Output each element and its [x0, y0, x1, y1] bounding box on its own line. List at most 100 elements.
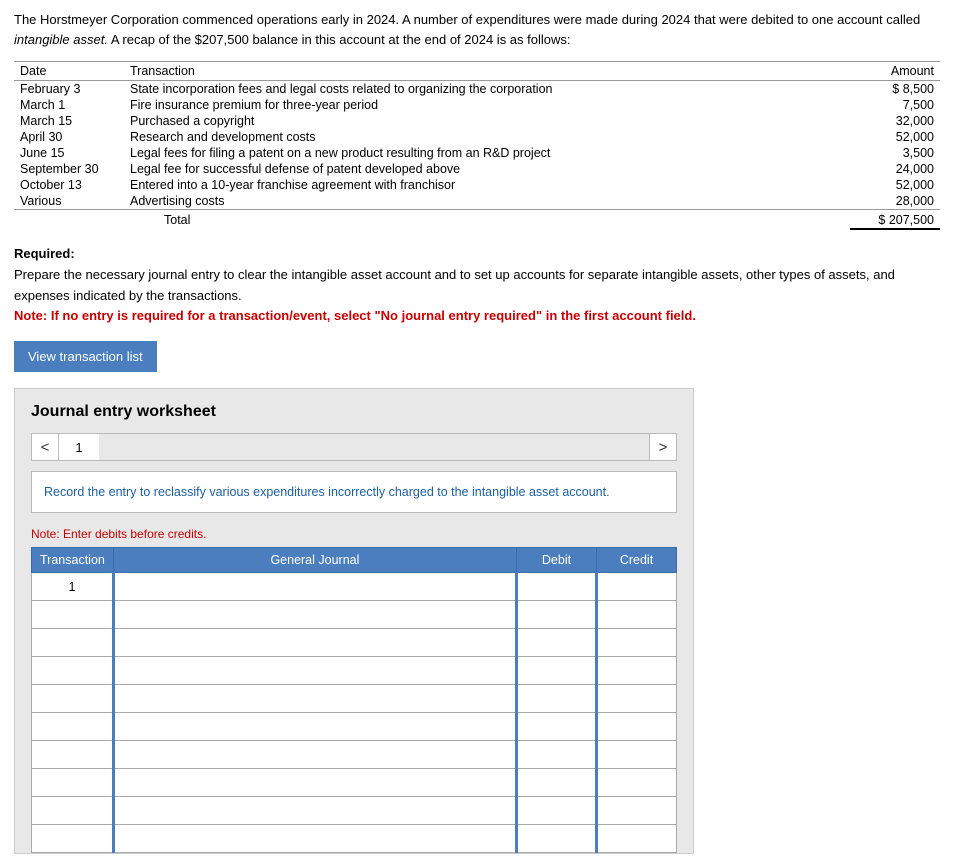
required-note: Note: If no entry is required for a tran…: [14, 308, 696, 323]
credit-input[interactable]: [598, 769, 676, 796]
intro-paragraph: The Horstmeyer Corporation commenced ope…: [14, 10, 940, 49]
transaction-num-cell: [32, 741, 114, 769]
credit-cell[interactable]: [597, 685, 677, 713]
credit-cell[interactable]: [597, 741, 677, 769]
total-row: Total $ 207,500: [14, 210, 940, 230]
debit-cell[interactable]: [517, 741, 597, 769]
credit-input[interactable]: [598, 629, 676, 656]
debit-input[interactable]: [518, 741, 595, 768]
debit-cell[interactable]: [517, 657, 597, 685]
gj-input[interactable]: [115, 741, 515, 768]
gj-input[interactable]: [115, 657, 515, 684]
date-cell: March 1: [14, 97, 124, 113]
credit-input[interactable]: [598, 601, 676, 628]
gj-input[interactable]: [115, 629, 515, 656]
transaction-num-cell: [32, 657, 114, 685]
description-box: Record the entry to reclassify various e…: [31, 471, 677, 513]
journal-row: [32, 713, 677, 741]
table-row: June 15 Legal fees for filing a patent o…: [14, 145, 940, 161]
date-cell: Various: [14, 193, 124, 210]
amount-cell: 32,000: [850, 113, 940, 129]
gj-cell[interactable]: [113, 741, 516, 769]
gj-input[interactable]: [115, 573, 515, 600]
col-header-transaction: Transaction: [32, 548, 114, 573]
transaction-cell: Advertising costs: [124, 193, 850, 210]
gj-cell[interactable]: [113, 601, 516, 629]
debit-cell[interactable]: [517, 713, 597, 741]
debit-cell[interactable]: [517, 797, 597, 825]
table-row: October 13 Entered into a 10-year franch…: [14, 177, 940, 193]
transaction-cell: State incorporation fees and legal costs…: [124, 81, 850, 98]
credit-input[interactable]: [598, 685, 676, 712]
next-page-button[interactable]: >: [649, 433, 677, 461]
credit-input[interactable]: [598, 741, 676, 768]
credit-cell[interactable]: [597, 657, 677, 685]
debit-cell[interactable]: [517, 629, 597, 657]
credit-input[interactable]: [598, 573, 676, 600]
gj-cell[interactable]: [113, 713, 516, 741]
gj-cell[interactable]: [113, 685, 516, 713]
debit-input[interactable]: [518, 713, 595, 740]
required-label: Required:: [14, 246, 75, 261]
date-cell: September 30: [14, 161, 124, 177]
total-date: [14, 210, 124, 230]
gj-input[interactable]: [115, 797, 515, 824]
debit-cell[interactable]: [517, 601, 597, 629]
debit-input[interactable]: [518, 797, 595, 824]
page-number: 1: [59, 433, 99, 461]
credit-cell[interactable]: [597, 797, 677, 825]
gj-cell[interactable]: [113, 657, 516, 685]
total-amount: $ 207,500: [850, 210, 940, 230]
credit-input[interactable]: [598, 657, 676, 684]
credit-cell[interactable]: [597, 769, 677, 797]
gj-cell[interactable]: [113, 573, 516, 601]
credit-cell[interactable]: [597, 573, 677, 601]
debit-cell[interactable]: [517, 769, 597, 797]
credit-input[interactable]: [598, 825, 676, 852]
view-transaction-list-button[interactable]: View transaction list: [14, 341, 157, 372]
gj-cell[interactable]: [113, 825, 516, 853]
journal-row: [32, 797, 677, 825]
transaction-num-cell: [32, 769, 114, 797]
credit-input[interactable]: [598, 797, 676, 824]
journal-row: [32, 769, 677, 797]
date-cell: October 13: [14, 177, 124, 193]
gj-cell[interactable]: [113, 769, 516, 797]
prev-page-button[interactable]: <: [31, 433, 59, 461]
amount-cell: $ 8,500: [850, 81, 940, 98]
col-header-gj: General Journal: [113, 548, 516, 573]
debit-input[interactable]: [518, 629, 595, 656]
credit-cell[interactable]: [597, 601, 677, 629]
debit-input[interactable]: [518, 657, 595, 684]
debit-cell[interactable]: [517, 685, 597, 713]
col-header-credit: Credit: [597, 548, 677, 573]
total-label: Total: [124, 210, 850, 230]
gj-input[interactable]: [115, 825, 515, 852]
debit-input[interactable]: [518, 601, 595, 628]
gj-input[interactable]: [115, 713, 515, 740]
gj-cell[interactable]: [113, 797, 516, 825]
debit-input[interactable]: [518, 825, 595, 852]
debit-input[interactable]: [518, 685, 595, 712]
gj-input[interactable]: [115, 601, 515, 628]
col-header-debit: Debit: [517, 548, 597, 573]
credit-cell[interactable]: [597, 629, 677, 657]
journal-row: [32, 657, 677, 685]
debit-input[interactable]: [518, 769, 595, 796]
debit-cell[interactable]: [517, 573, 597, 601]
gj-cell[interactable]: [113, 629, 516, 657]
required-text: Prepare the necessary journal entry to c…: [14, 267, 895, 303]
debit-input[interactable]: [518, 573, 595, 600]
transaction-num-cell: [32, 685, 114, 713]
amount-cell: 52,000: [850, 129, 940, 145]
table-row: March 15 Purchased a copyright 32,000: [14, 113, 940, 129]
gj-input[interactable]: [115, 769, 515, 796]
credit-input[interactable]: [598, 713, 676, 740]
journal-row: [32, 825, 677, 853]
transaction-num-cell: [32, 797, 114, 825]
credit-cell[interactable]: [597, 713, 677, 741]
gj-input[interactable]: [115, 685, 515, 712]
debit-cell[interactable]: [517, 825, 597, 853]
journal-row: [32, 741, 677, 769]
credit-cell[interactable]: [597, 825, 677, 853]
